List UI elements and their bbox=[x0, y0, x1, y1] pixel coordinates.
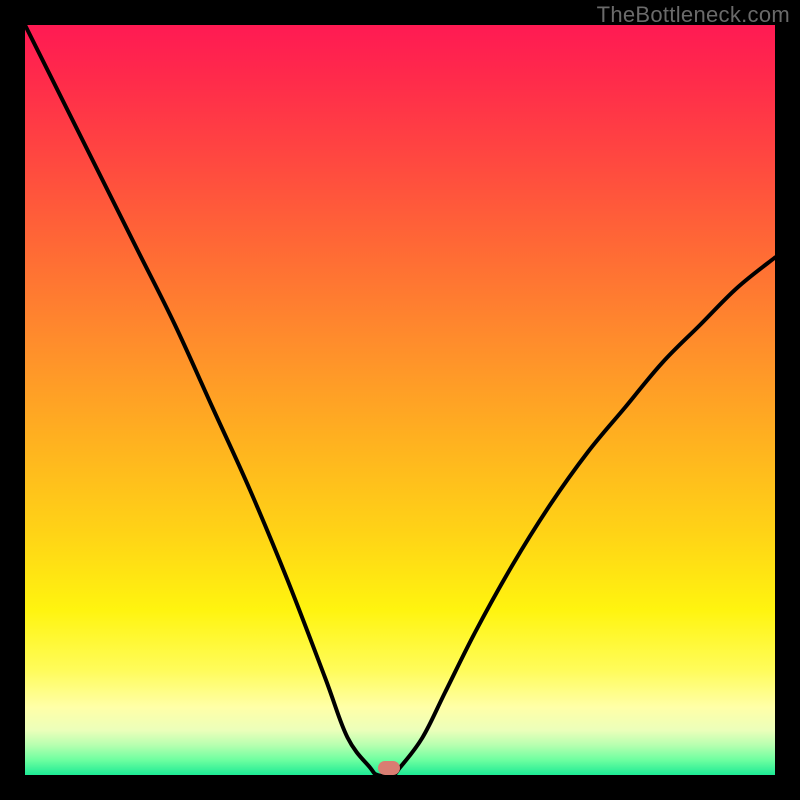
curve-path bbox=[25, 25, 775, 776]
chart-frame: TheBottleneck.com bbox=[0, 0, 800, 800]
bottleneck-curve bbox=[25, 25, 775, 775]
watermark-text: TheBottleneck.com bbox=[597, 2, 790, 28]
bottleneck-marker bbox=[378, 761, 400, 775]
plot-area bbox=[25, 25, 775, 775]
